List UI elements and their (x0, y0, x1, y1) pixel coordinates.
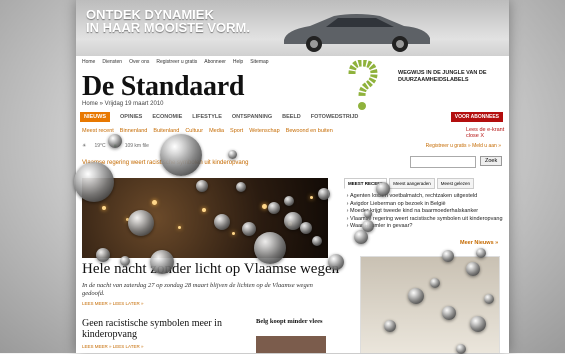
temperature: 19°C (94, 143, 106, 149)
promo-text[interactable]: WEGWIJS IN DE JUNGLE VAN DE DUURZAAMHEID… (398, 70, 498, 84)
subnav-item[interactable]: Bewoond en buiten (286, 128, 333, 134)
subscribers-button[interactable]: VOOR ABONNEES (450, 112, 503, 122)
toplink[interactable]: Help (233, 59, 243, 65)
toplink[interactable]: Abonneer (204, 59, 226, 65)
more-news-link[interactable]: Meer Nieuws » (460, 240, 498, 246)
nav-item-nieuws[interactable]: NIEUWS (80, 111, 110, 122)
search-input[interactable] (410, 156, 476, 168)
nav-item-economie[interactable]: ECONOMIE (152, 114, 182, 120)
tab-meest-gelezen[interactable]: Meest gelezen (436, 178, 475, 189)
side-advertisement[interactable] (360, 256, 500, 353)
news-tabs: MEEST RECENT Meest aangeraden Meest gele… (344, 178, 504, 189)
story-headline[interactable]: Geen racistische symbolen meer in kinder… (82, 318, 242, 340)
breadcrumb: Home » Vrijdag 19 maart 2010 (82, 101, 164, 107)
read-more-links[interactable]: LEES MEER » LEES LATER » (82, 344, 143, 349)
subnav-item[interactable]: Wetenschap (249, 128, 279, 134)
toplink[interactable]: Registreer u gratis (156, 59, 197, 65)
car-image (284, 14, 430, 52)
subnav-item[interactable]: Buitenland (153, 128, 179, 134)
car-ad-banner[interactable]: ONTDEK DYNAMIEK IN HAAR MOOISTE VORM. (76, 0, 509, 56)
subnav-item[interactable]: Meest recent (82, 128, 114, 134)
lead-text: In de nacht van zaterdag 27 op zondag 28… (82, 282, 313, 297)
news-ticker[interactable]: Vlaamse regering weert racistische symbo… (82, 160, 248, 166)
toplink[interactable]: Home (82, 59, 95, 65)
toplink[interactable]: Sitemap (250, 59, 268, 65)
story-headline[interactable]: Belg koopt minder vlees (256, 318, 326, 325)
nav-item-ontspanning[interactable]: ONTSPANNING (232, 114, 272, 120)
recent-list: Agenten lossen voetbalmatch, rechtzaken … (344, 193, 504, 231)
nav-item-lifestyle[interactable]: LIFESTYLE (192, 114, 222, 120)
toplink[interactable]: Over ons (129, 59, 149, 65)
tab-meest-aangeraden[interactable]: Meest aangeraden (389, 178, 435, 189)
subnav-item[interactable]: Media (209, 128, 224, 134)
subnav-item[interactable]: Binnenland (120, 128, 148, 134)
webpage: ONTDEK DYNAMIEK IN HAAR MOOISTE VORM. Ho… (76, 0, 509, 353)
question-mark-icon[interactable] (344, 60, 380, 112)
ekrant-link[interactable]: Lees de e-krant close X (466, 127, 504, 139)
list-item[interactable]: Waar Heumler in gevaar? (350, 223, 504, 231)
main-headline[interactable]: Hele nacht zonder licht op Vlaamse wegen (82, 261, 339, 278)
list-item[interactable]: Moeder krijgt tweede kind na baarmoederh… (350, 208, 504, 216)
site-logo[interactable]: De Standaard (82, 71, 244, 103)
toplink[interactable]: Diensten (102, 59, 122, 65)
main-nav: NIEUWS OPINIES ECONOMIE LIFESTYLE ONTSPA… (80, 111, 505, 122)
list-item[interactable]: Avigdor Lieberman op bezoek in België (350, 201, 504, 209)
weather-bar: ☀ 19°C ■ 109 km file (82, 143, 149, 149)
nav-item-fotowedstrijd[interactable]: FOTOWEDSTRIJD (311, 114, 359, 120)
car-icon: ■ (113, 143, 117, 149)
story-photo[interactable] (256, 336, 326, 353)
search-button[interactable]: Zoek (480, 156, 503, 166)
news-panel: MEEST RECENT Meest aangeraden Meest gele… (344, 178, 504, 231)
headline-photo[interactable] (82, 178, 328, 258)
list-item[interactable]: Agenten lossen voetbalmatch, rechtzaken … (350, 193, 504, 201)
nav-item-opinies[interactable]: OPINIES (120, 114, 142, 120)
account-links[interactable]: Registreer u gratis » Meld u aan » (426, 143, 501, 149)
top-links: Home Diensten Over ons Registreer u grat… (82, 59, 269, 65)
subnav-item[interactable]: Cultuur (185, 128, 203, 134)
traffic-info[interactable]: 109 km file (125, 143, 149, 149)
read-more-links[interactable]: LEES MEER » LEES LATER » (82, 301, 143, 306)
list-item[interactable]: Vlaamse regering weert racistische symbo… (350, 216, 504, 224)
nav-item-beeld[interactable]: BEELD (282, 114, 301, 120)
subnav-item[interactable]: Sport (230, 128, 243, 134)
ad-slogan: ONTDEK DYNAMIEK IN HAAR MOOISTE VORM. (86, 7, 250, 35)
sub-nav: Meest recent Binnenland Buitenland Cultu… (82, 128, 333, 134)
tab-meest-recent[interactable]: MEEST RECENT (344, 178, 388, 189)
sun-icon: ☀ (82, 143, 87, 149)
